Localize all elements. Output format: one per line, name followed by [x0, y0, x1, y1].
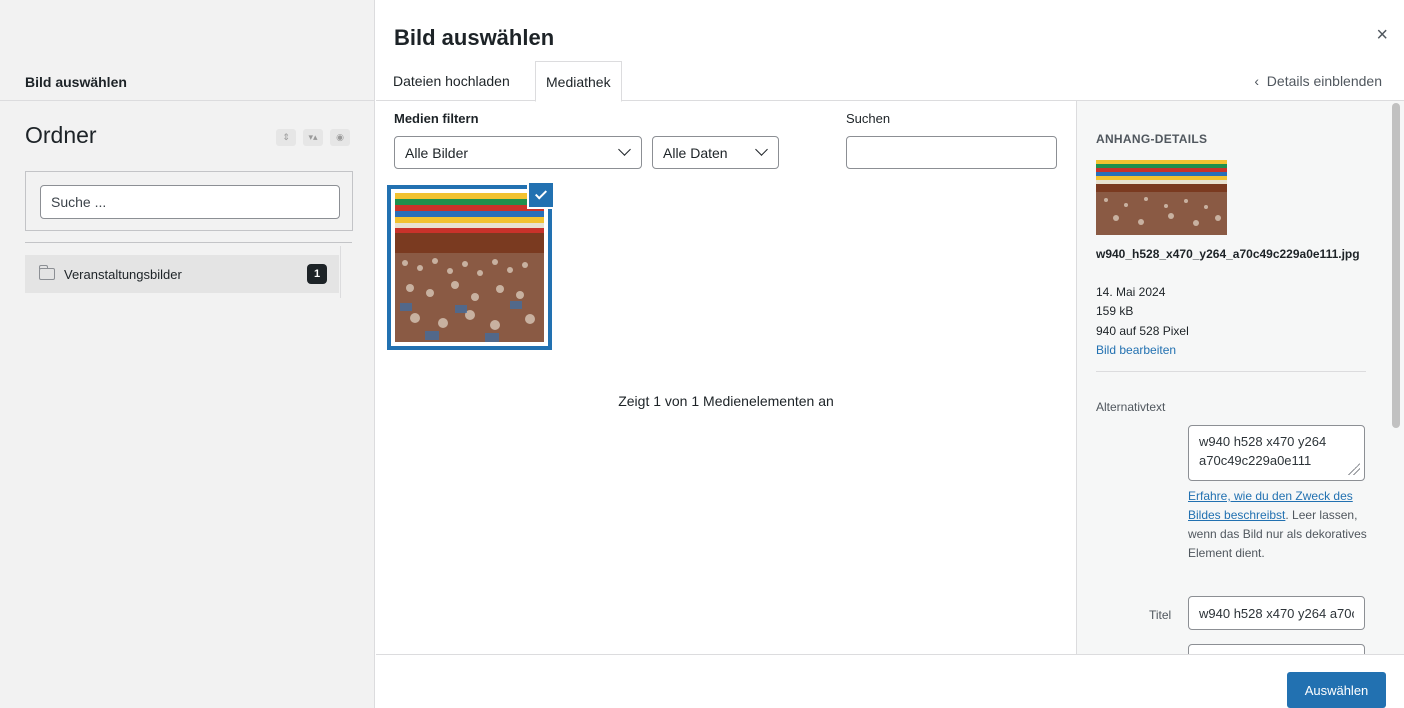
- move-icon[interactable]: ⇕: [276, 129, 296, 146]
- tab-library[interactable]: Mediathek: [535, 61, 622, 102]
- folder-count-badge: 1: [307, 264, 327, 284]
- festival-tent-image: [1096, 160, 1227, 235]
- date-filter-select[interactable]: Alle Daten: [652, 136, 779, 169]
- folder-search-box: [25, 171, 353, 231]
- folders-heading: Ordner: [25, 122, 97, 148]
- chevron-down-icon: [755, 143, 768, 156]
- media-search-input[interactable]: [846, 136, 1057, 169]
- caption-field[interactable]: [1188, 644, 1365, 654]
- alt-text-help: Erfahre, wie du den Zweck des Bildes bes…: [1188, 487, 1370, 563]
- folder-item-veranstaltungsbilder[interactable]: Veranstaltungsbilder 1: [25, 255, 339, 293]
- folder-search-input[interactable]: [40, 185, 340, 219]
- folder-label: Veranstaltungsbilder: [64, 266, 182, 282]
- folder-panel: Bild auswählen Ordner ⇕ ▾▴ ◉ Veranstaltu…: [0, 0, 375, 708]
- attachment-tile[interactable]: [387, 185, 552, 350]
- details-thumbnail: [1096, 160, 1227, 235]
- modal-title: Bild auswählen: [394, 25, 555, 50]
- alt-text-label: Alternativtext: [1096, 400, 1166, 414]
- type-filter-select[interactable]: Alle Bilder: [394, 136, 642, 169]
- divider: [1096, 371, 1366, 372]
- sort-icon[interactable]: ▾▴: [303, 129, 323, 146]
- details-filename: w940_h528_x470_y264_a70c49c229a0e111.jpg: [1096, 247, 1360, 261]
- tab-bar: Dateien hochladen Mediathek: [376, 61, 1404, 102]
- selected-check-button[interactable]: [527, 181, 555, 209]
- date-filter-value: Alle Daten: [663, 144, 728, 161]
- select-button[interactable]: Auswählen: [1287, 672, 1386, 708]
- check-icon: [534, 187, 548, 200]
- edit-image-link[interactable]: Bild bearbeiten: [1096, 343, 1176, 357]
- scrollbar-thumb[interactable]: [1392, 103, 1400, 428]
- media-modal: Bild auswählen × Dateien hochladen Media…: [376, 0, 1404, 708]
- close-icon[interactable]: ×: [1376, 24, 1388, 47]
- details-date: 14. Mai 2024: [1096, 285, 1166, 299]
- details-heading: ANHANG-DETAILS: [1096, 132, 1208, 146]
- title-label: Titel: [1149, 608, 1172, 622]
- eye-icon[interactable]: ◉: [330, 129, 350, 146]
- divider: [25, 242, 352, 243]
- type-filter-value: Alle Bilder: [405, 144, 469, 161]
- tab-upload[interactable]: Dateien hochladen: [383, 61, 520, 101]
- chevron-down-icon: [618, 143, 631, 156]
- folder-tools: ⇕ ▾▴ ◉: [276, 129, 350, 146]
- title-field[interactable]: [1188, 596, 1365, 630]
- details-filesize: 159 kB: [1096, 304, 1134, 318]
- chevron-left-icon: ‹: [1254, 73, 1260, 89]
- search-label: Suchen: [846, 111, 891, 126]
- media-count: Zeigt 1 von 1 Medienelementen an: [618, 393, 834, 409]
- modal-footer: Auswählen: [376, 654, 1404, 708]
- festival-tent-image: [395, 193, 544, 342]
- details-toggle[interactable]: ‹ Details einblenden: [1254, 73, 1382, 89]
- attachment-thumbnail: [395, 193, 544, 342]
- divider: [0, 100, 375, 101]
- details-dimensions: 940 auf 528 Pixel: [1096, 324, 1189, 338]
- details-toggle-label: Details einblenden: [1266, 73, 1382, 89]
- panel-title: Bild auswählen: [25, 74, 127, 90]
- attachment-details: ANHANG-DETAILS w940_h528_x470_y264_a70c4…: [1076, 101, 1404, 654]
- resize-grip-icon[interactable]: [1348, 463, 1360, 475]
- alt-text-field[interactable]: w940 h528 x470 y264 a70c49c229a0e111: [1188, 425, 1365, 481]
- folder-icon: [38, 265, 55, 280]
- divider: [340, 246, 341, 298]
- filter-label: Medien filtern: [394, 111, 479, 126]
